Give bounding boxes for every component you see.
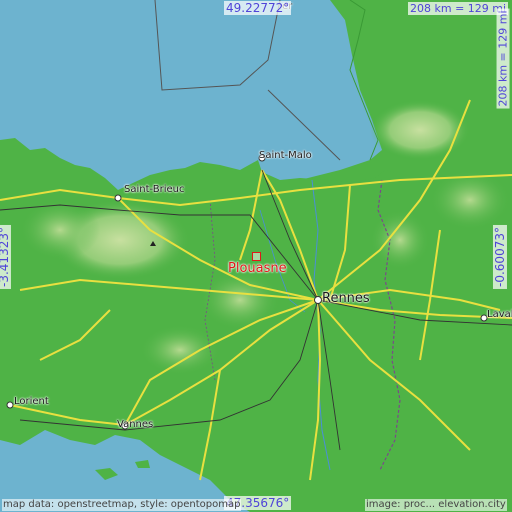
attribution-left: map data: openstreetmap, style: opentopo…: [2, 499, 242, 511]
map[interactable]: Saint-Malo Saint-Brieuc Rennes Laval Lor…: [0, 0, 512, 512]
city-label-rennes: Rennes: [322, 291, 370, 306]
city-label-saint-malo: Saint-Malo: [259, 150, 312, 161]
scale-right: 208 km = 129 mi: [496, 8, 510, 109]
location-marker-icon[interactable]: [252, 252, 261, 261]
coord-right: -0.60073°: [492, 225, 507, 289]
city-label-lorient: Lorient: [14, 396, 49, 407]
city-label-vannes: Vannes: [117, 419, 154, 430]
place-label: Plouasne: [228, 261, 287, 276]
city-label-saint-brieuc: Saint-Brieuc: [124, 184, 185, 195]
attribution-right: image: proc... elevation.city: [365, 499, 507, 511]
city-label-laval: Laval: [487, 309, 512, 320]
coord-left: -3.41323°: [0, 225, 11, 289]
scale-top: 208 km = 129 mi: [408, 2, 509, 15]
coord-top: 49.22772°: [224, 1, 292, 15]
